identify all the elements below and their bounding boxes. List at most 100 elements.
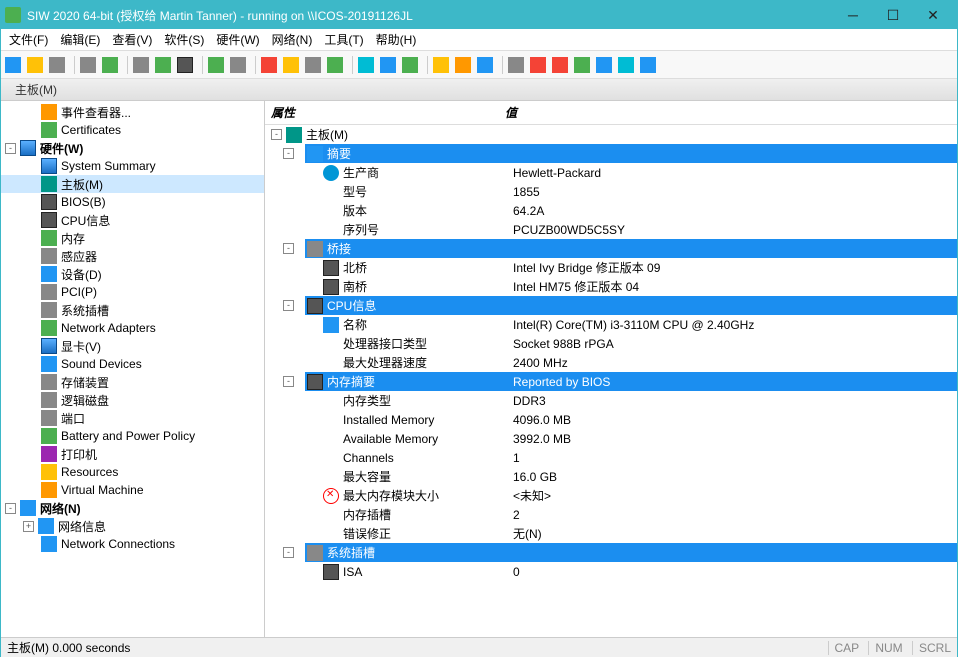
sidebar-item[interactable]: Certificates [1, 121, 264, 139]
sidebar-item[interactable]: Network Connections [1, 535, 264, 553]
toolbar-button[interactable] [574, 55, 594, 75]
tree-toggle[interactable]: - [283, 300, 294, 311]
sidebar-item[interactable]: Battery and Power Policy [1, 427, 264, 445]
menu-item[interactable]: 编辑(E) [54, 29, 106, 50]
sidebar-item[interactable]: CPU信息 [1, 211, 264, 229]
property-row[interactable]: -主板(M) [265, 125, 957, 144]
tree-toggle[interactable]: - [283, 547, 294, 558]
property-row[interactable]: -内存摘要Reported by BIOS [265, 372, 957, 391]
menu-item[interactable]: 网络(N) [266, 29, 319, 50]
toolbar-button[interactable] [433, 55, 453, 75]
menu-item[interactable]: 硬件(W) [210, 29, 265, 50]
toolbar-button[interactable] [27, 55, 47, 75]
toolbar-button[interactable] [477, 55, 497, 75]
toolbar-button[interactable] [327, 55, 347, 75]
toolbar-button[interactable] [358, 55, 378, 75]
header-value[interactable]: 值 [505, 104, 957, 121]
sidebar-item[interactable]: BIOS(B) [1, 193, 264, 211]
minimize-button[interactable]: ─ [833, 1, 873, 29]
sidebar-item[interactable]: PCI(P) [1, 283, 264, 301]
toolbar-button[interactable] [596, 55, 616, 75]
property-row[interactable]: -CPU信息 [265, 296, 957, 315]
property-row[interactable]: 序列号PCUZB00WD5C5SY [265, 220, 957, 239]
property-row[interactable]: 最大内存模块大小<未知> [265, 486, 957, 505]
toolbar-button[interactable] [640, 55, 660, 75]
property-row[interactable]: -摘要 [265, 144, 957, 163]
menu-item[interactable]: 帮助(H) [370, 29, 423, 50]
sidebar-item[interactable]: +网络信息 [1, 517, 264, 535]
property-row[interactable]: Installed Memory4096.0 MB [265, 410, 957, 429]
maximize-button[interactable]: ☐ [873, 1, 913, 29]
property-row[interactable]: 错误修正无(N) [265, 524, 957, 543]
toolbar-button[interactable] [208, 55, 228, 75]
property-row[interactable]: -系统插槽 [265, 543, 957, 562]
menu-item[interactable]: 软件(S) [158, 29, 210, 50]
menu-item[interactable]: 工具(T) [318, 29, 369, 50]
tree-toggle[interactable]: - [283, 148, 294, 159]
tree-toggle[interactable]: - [5, 503, 16, 514]
sidebar-item[interactable]: Network Adapters [1, 319, 264, 337]
toolbar-button[interactable] [305, 55, 325, 75]
sidebar-item[interactable]: Virtual Machine [1, 481, 264, 499]
sidebar-tree[interactable]: 事件查看器...Certificates-硬件(W)System Summary… [1, 101, 265, 637]
sidebar-item[interactable]: -网络(N) [1, 499, 264, 517]
property-row[interactable]: Available Memory3992.0 MB [265, 429, 957, 448]
tree-toggle[interactable]: - [271, 129, 282, 140]
toolbar-button[interactable] [5, 55, 25, 75]
sidebar-item[interactable]: 显卡(V) [1, 337, 264, 355]
sidebar-item[interactable]: 打印机 [1, 445, 264, 463]
property-row[interactable]: 名称Intel(R) Core(TM) i3-3110M CPU @ 2.40G… [265, 315, 957, 334]
sidebar-item[interactable]: -硬件(W) [1, 139, 264, 157]
property-row[interactable]: -桥接 [265, 239, 957, 258]
sidebar-item[interactable]: 系统插槽 [1, 301, 264, 319]
header-property[interactable]: 属性 [265, 104, 505, 121]
toolbar-button[interactable] [133, 55, 153, 75]
toolbar-button[interactable] [530, 55, 550, 75]
toolbar-button[interactable] [380, 55, 400, 75]
toolbar-button[interactable] [230, 55, 250, 75]
sidebar-item[interactable]: 端口 [1, 409, 264, 427]
sidebar-item[interactable]: 感应器 [1, 247, 264, 265]
sidebar-item[interactable]: Resources [1, 463, 264, 481]
toolbar-button[interactable] [455, 55, 475, 75]
tree-toggle[interactable]: + [23, 521, 34, 532]
property-row[interactable]: 型号1855 [265, 182, 957, 201]
property-panel[interactable]: 属性 值 -主板(M)-摘要生产商Hewlett-Packard型号1855版本… [265, 101, 957, 637]
property-row[interactable]: Channels1 [265, 448, 957, 467]
sidebar-item[interactable]: 内存 [1, 229, 264, 247]
property-row[interactable]: 处理器接口类型Socket 988B rPGA [265, 334, 957, 353]
sidebar-item[interactable]: 事件查看器... [1, 103, 264, 121]
tree-toggle[interactable]: - [283, 376, 294, 387]
menu-item[interactable]: 文件(F) [3, 29, 54, 50]
toolbar-button[interactable] [618, 55, 638, 75]
tree-toggle[interactable]: - [283, 243, 294, 254]
toolbar-button[interactable] [102, 55, 122, 75]
sidebar-item[interactable]: Sound Devices [1, 355, 264, 373]
toolbar-button[interactable] [49, 55, 69, 75]
toolbar-button[interactable] [552, 55, 572, 75]
property-row[interactable]: 最大容量16.0 GB [265, 467, 957, 486]
toolbar-button[interactable] [177, 55, 197, 75]
property-row[interactable]: 南桥Intel HM75 修正版本 04 [265, 277, 957, 296]
toolbar-button[interactable] [508, 55, 528, 75]
property-row[interactable]: 生产商Hewlett-Packard [265, 163, 957, 182]
property-row[interactable]: 内存类型DDR3 [265, 391, 957, 410]
sidebar-item[interactable]: 设备(D) [1, 265, 264, 283]
property-row[interactable]: 北桥Intel Ivy Bridge 修正版本 09 [265, 258, 957, 277]
menu-item[interactable]: 查看(V) [106, 29, 158, 50]
toolbar-button[interactable] [80, 55, 100, 75]
sidebar-item[interactable]: System Summary [1, 157, 264, 175]
property-row[interactable]: 最大处理器速度2400 MHz [265, 353, 957, 372]
sidebar-item[interactable]: 存储装置 [1, 373, 264, 391]
property-row[interactable]: 内存插槽2 [265, 505, 957, 524]
property-row[interactable]: 版本64.2A [265, 201, 957, 220]
sidebar-item[interactable]: 主板(M) [1, 175, 264, 193]
toolbar-button[interactable] [283, 55, 303, 75]
toolbar-button[interactable] [261, 55, 281, 75]
tree-toggle[interactable]: - [5, 143, 16, 154]
close-button[interactable]: ✕ [913, 1, 953, 29]
sidebar-item[interactable]: 逻辑磁盘 [1, 391, 264, 409]
toolbar-button[interactable] [402, 55, 422, 75]
toolbar-button[interactable] [155, 55, 175, 75]
property-row[interactable]: ISA0 [265, 562, 957, 581]
